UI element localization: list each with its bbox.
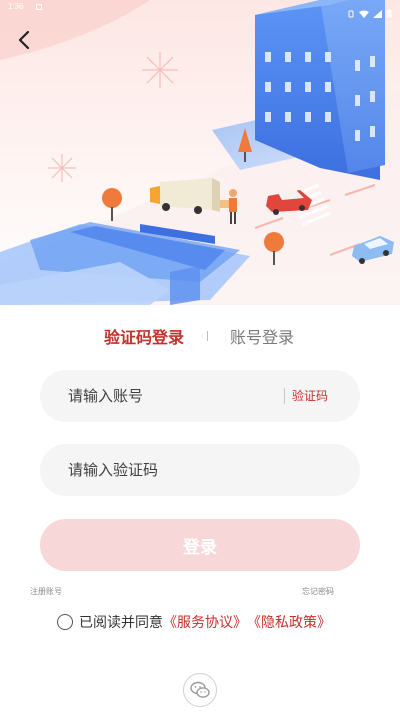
service-agreement-link[interactable]: 《服务协议》 [163,612,247,632]
login-mode-tabs: 验证码登录 账号登录 [0,322,400,352]
wechat-login-button[interactable] [183,673,217,707]
account-input[interactable] [68,370,268,422]
signal-icon [373,3,382,22]
radio-unchecked-icon[interactable] [57,614,73,630]
agreement-prefix: 已阅读并同意 [79,614,163,630]
battery-icon [386,3,392,22]
field-divider [284,388,285,404]
back-button[interactable] [10,26,38,54]
code-field [40,444,360,496]
status-time: 1:36 [8,2,24,11]
status-bar: 1:36 [0,0,400,18]
hero-illustration [0,0,400,305]
login-button[interactable]: 登录 [40,519,360,571]
tab-divider [207,331,208,341]
chevron-left-icon [18,30,30,50]
forgot-password-link[interactable]: 忘记密码 [302,586,334,597]
code-input[interactable] [68,444,268,496]
wifi-icon [359,3,369,22]
privacy-policy-link[interactable]: 《隐私政策》 [247,612,331,632]
vibrate-icon [347,3,355,22]
tab-sms-login[interactable]: 验证码登录 [104,324,184,348]
city-illustration [0,0,400,305]
wechat-icon [190,681,210,698]
notification-icon [36,4,42,10]
account-field: 验证码 [40,370,360,422]
get-code-button[interactable]: 验证码 [292,387,328,404]
status-icons [347,3,392,22]
tab-account-login[interactable]: 账号登录 [230,324,294,348]
register-link[interactable]: 注册账号 [30,586,62,597]
agreement-row: 已阅读并同意 《服务协议》 《隐私政策》 [57,612,331,632]
